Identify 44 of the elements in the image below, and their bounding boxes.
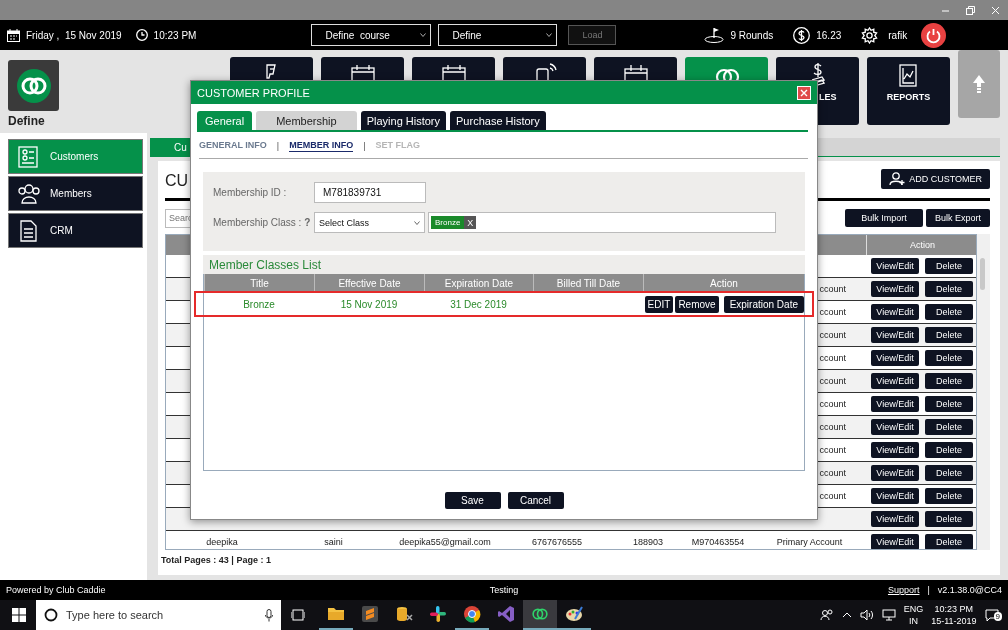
- separator-text: |: [276, 141, 280, 151]
- column-header: Expiration Date: [424, 274, 533, 293]
- table-cell-text: ccount: [818, 330, 847, 340]
- table-cell-text: deepika55@gmail.com: [398, 537, 492, 547]
- table-cell-text: ccount: [818, 284, 847, 294]
- user-name: rafik: [888, 29, 908, 41]
- column-header: Action: [643, 274, 804, 293]
- separator-text: |: [363, 141, 366, 151]
- table-cell-text: ccount: [818, 445, 847, 455]
- list-title: Member Classes List: [203, 255, 805, 274]
- table-cell-text: 6767676555: [530, 537, 584, 547]
- version-text: v2.1.38.0@CC4: [937, 585, 1002, 595]
- table-cell-text: saini: [323, 537, 344, 547]
- table-cell-text: 31 Dec 2019: [449, 298, 508, 310]
- tag-label: Bronze: [434, 218, 462, 227]
- table-cell-text: Primary Account: [775, 537, 844, 547]
- field-label: Membership ID :: [213, 187, 288, 198]
- table-cell-text: ccount: [818, 399, 847, 409]
- table-cell-text: ccount: [818, 376, 847, 386]
- table-cell-text: ccount: [818, 422, 847, 432]
- powered-by-text: Powered by Club Caddie: [6, 585, 107, 595]
- column-header: Billed Till Date: [533, 274, 643, 293]
- page-heading: CU: [165, 172, 189, 190]
- field-label: Membership Class : ?: [213, 217, 312, 228]
- table-cell-text: ccount: [818, 353, 847, 363]
- balance-text: 16.23: [816, 29, 842, 41]
- date-text: Friday , 15 Nov 2019: [26, 29, 122, 41]
- table-cell-text: ccount: [818, 491, 847, 501]
- table-cell-text: 188903: [631, 537, 664, 547]
- table-cell-text: Bronze: [242, 298, 276, 310]
- table-cell-text: ccount: [818, 307, 847, 317]
- dialog-title: CUSTOMER PROFILE: [197, 86, 310, 99]
- table-cell-text: deepika: [205, 537, 239, 547]
- rounds-text: 9 Rounds: [730, 29, 774, 41]
- separator-text: |: [927, 585, 930, 595]
- column-header: Effective Date: [314, 274, 424, 293]
- environment-label: Testing: [488, 585, 520, 595]
- page-count: Total Pages : 43 | Page : 1: [161, 555, 272, 565]
- time-text: 10:23 PM: [153, 29, 197, 41]
- logo-label: Define: [8, 114, 45, 128]
- table-cell-text: ccount: [818, 468, 847, 478]
- table-cell-text: 15 Nov 2019: [339, 298, 399, 310]
- column-header: Title: [204, 274, 314, 293]
- table-cell-text: M970463554: [690, 537, 746, 547]
